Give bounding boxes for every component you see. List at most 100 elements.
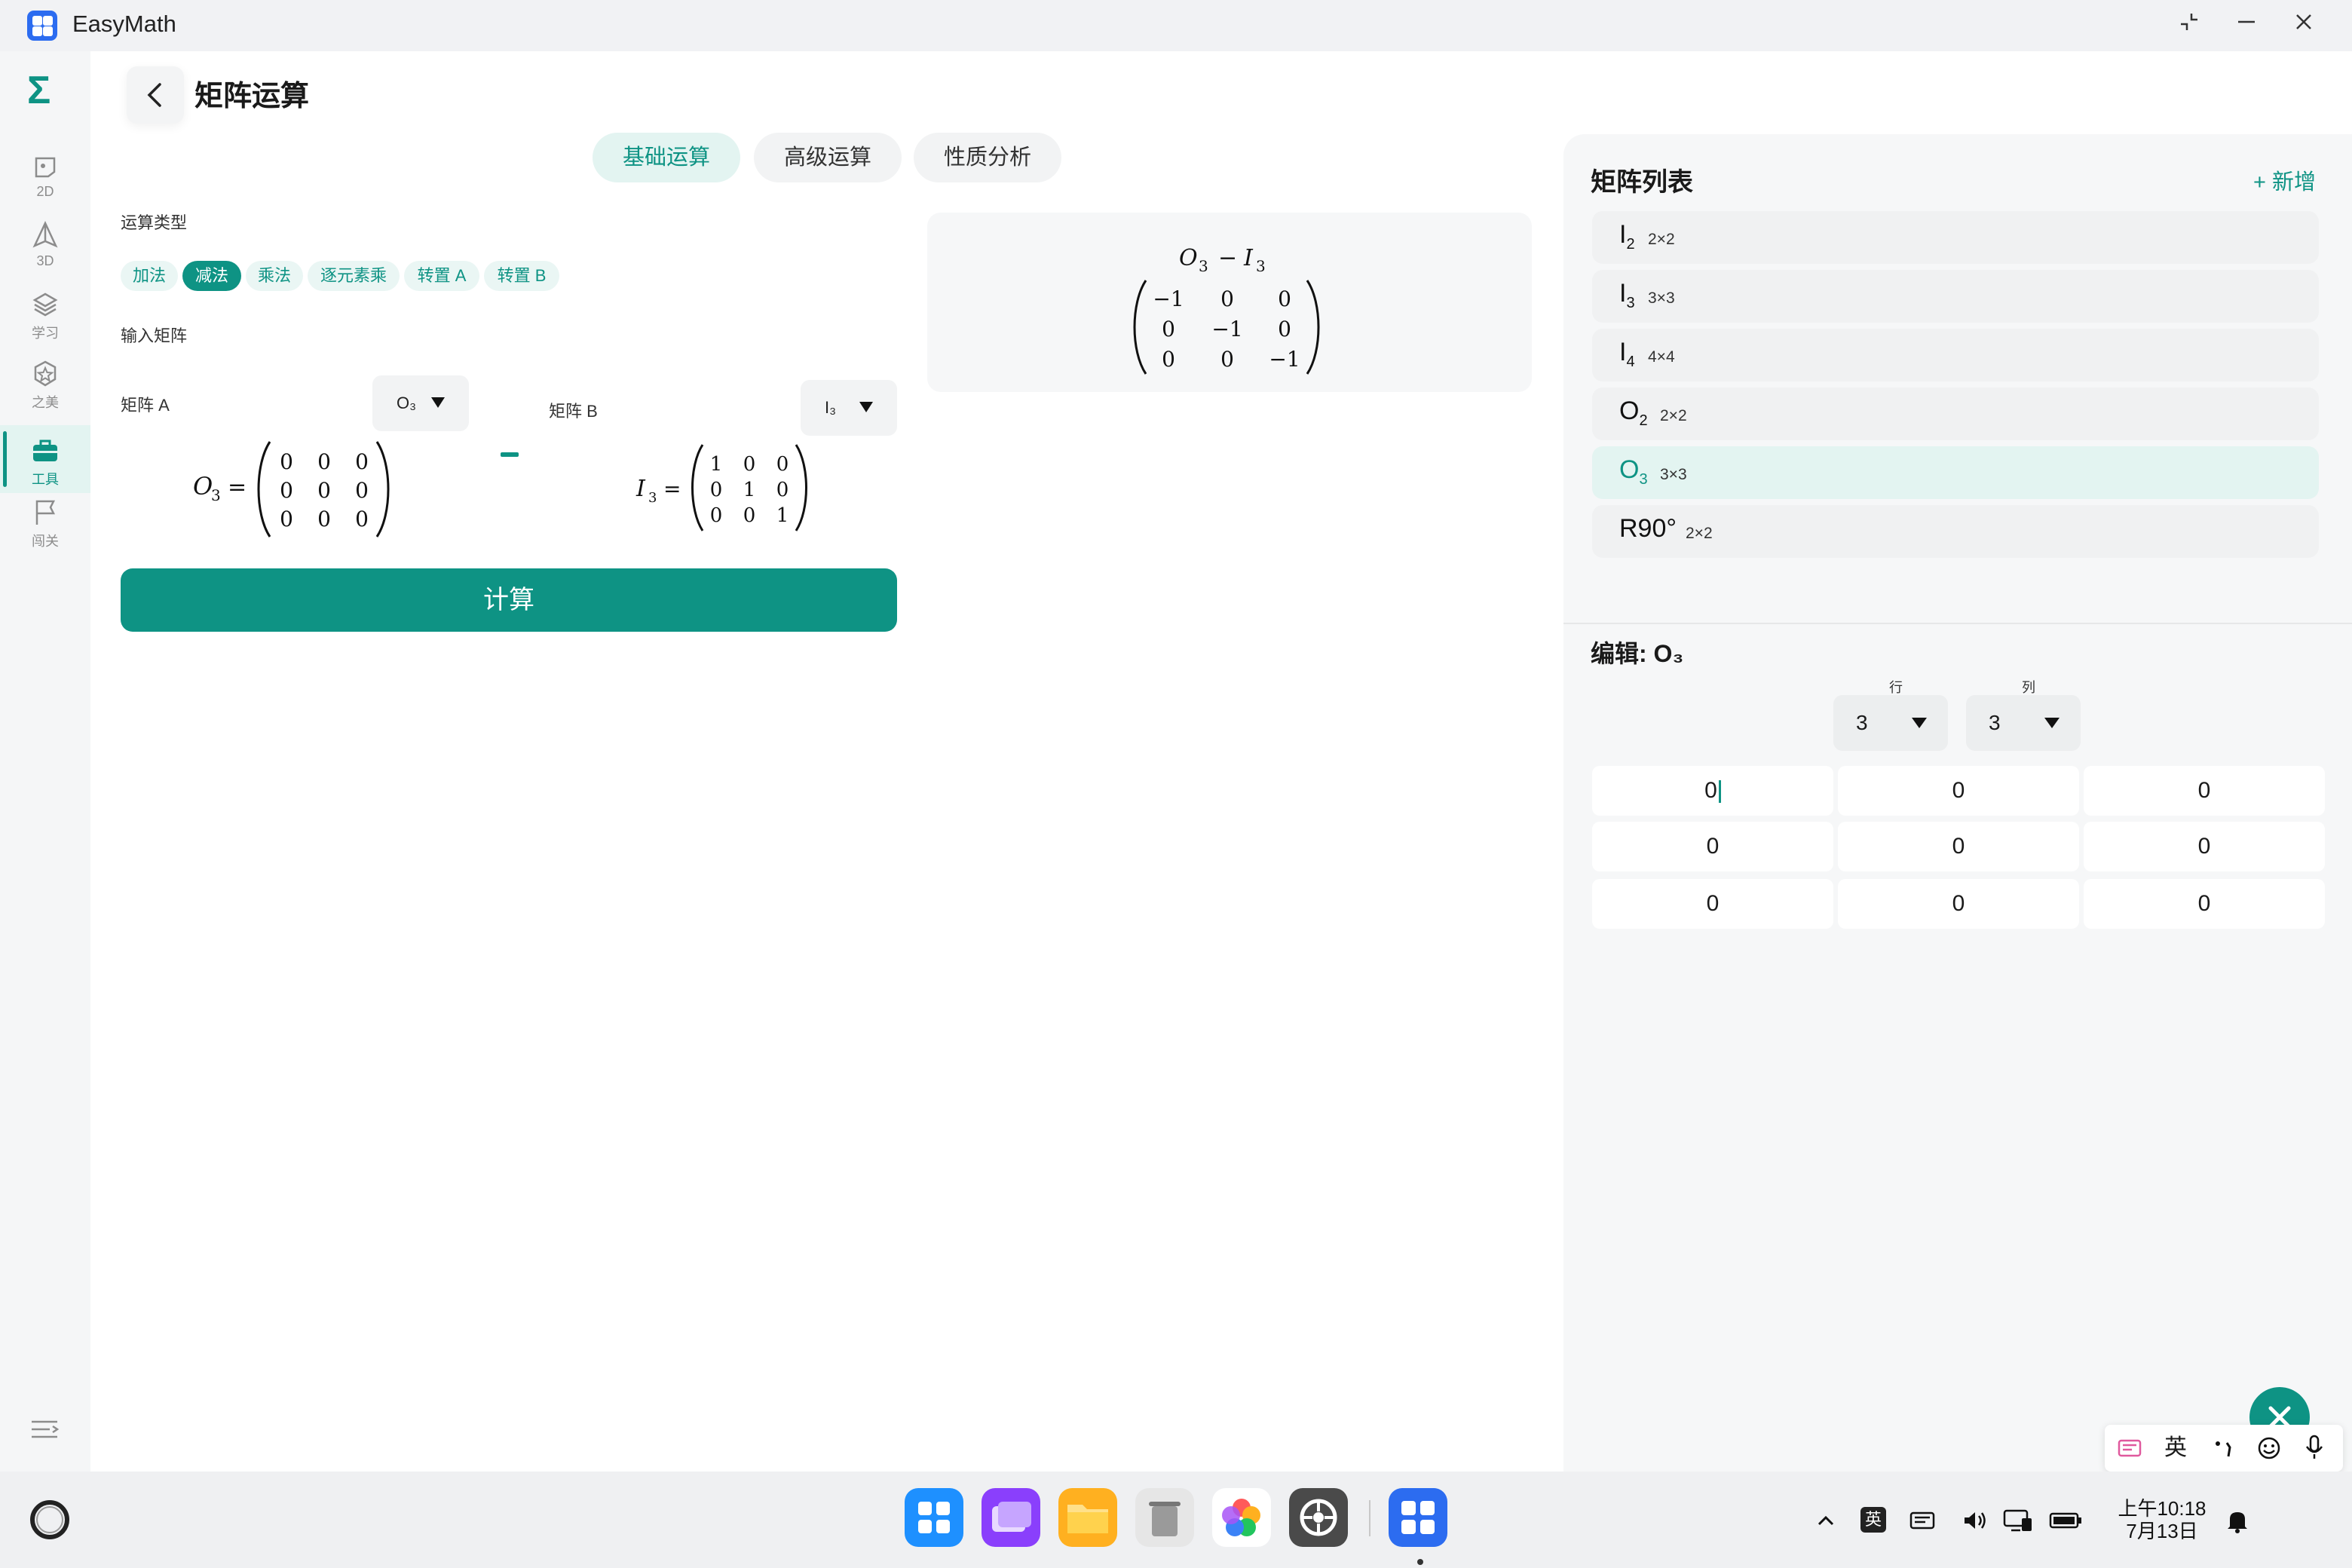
caret-down-icon [431,397,445,408]
settings-icon[interactable] [1289,1488,1348,1547]
sidebar-item-beauty[interactable]: 之美 [0,359,90,427]
tray-keyboard-icon[interactable] [1907,1505,1937,1535]
back-button[interactable] [127,66,184,124]
matrix-cell-input[interactable]: 0 [1592,879,1833,929]
files-icon[interactable] [1058,1488,1117,1547]
sidebar-item-3d[interactable]: 3D [0,220,90,288]
matrix-list-item[interactable]: O2 2×2 [1592,387,2319,440]
matrix-b-cell: 1 [743,479,756,501]
matrix-dims: 2×2 [1660,407,1687,424]
matrix-b-subscript: 3 [648,490,657,506]
volume-icon[interactable] [1960,1505,1990,1535]
op-subtract-chip[interactable]: 减法 [182,261,241,291]
tab-basic[interactable]: 基础运算 [593,133,740,182]
start-button[interactable] [27,1497,72,1542]
matrix-a-cell: 0 [355,449,369,474]
sigma-logo-icon: Σ [27,69,51,112]
result-panel: O 3 − I 3 −1 0 0 0 −1 0 0 0 −1 [927,213,1532,392]
result-cell: 0 [1278,317,1291,341]
matrix-a-select[interactable]: O₃ [372,375,469,431]
matrix-cell-input[interactable]: 0 [2084,822,2325,871]
close-icon[interactable] [2287,11,2320,41]
multitask-icon[interactable] [982,1488,1040,1547]
sidebar-item-2d[interactable]: 2D [0,151,90,219]
easymath-icon[interactable] [1389,1488,1447,1547]
rows-label-text: 行 [1889,680,1903,695]
calculate-button[interactable]: 计算 [121,568,897,632]
matrix-cell-input[interactable]: 0 [2084,879,2325,929]
tray-expand-icon[interactable] [1811,1505,1841,1535]
matrix-list-panel: 矩阵列表 + 新增 I2 2×2 I3 3×3 I4 4×4 O2 2×2 O3… [1563,134,2352,1472]
display-icon[interactable] [2002,1505,2032,1535]
tab-advanced[interactable]: 高级运算 [754,133,902,182]
op-add-chip[interactable]: 加法 [121,261,178,291]
matrix-list-item-selected[interactable]: O3 3×3 [1592,446,2319,499]
tab-properties[interactable]: 性质分析 [914,133,1061,182]
result-operator: − [1218,245,1237,271]
op-multiply-chip[interactable]: 乘法 [246,261,303,291]
matrix-name: O [1619,455,1640,484]
punct-icon[interactable] [2204,1425,2243,1472]
flag-icon [35,500,56,525]
operation-type-label: 运算类型 [121,213,188,232]
keyboard-icon[interactable] [2112,1425,2147,1472]
matrix-a-select-value: O₃ [397,394,417,412]
matrix-cell-input[interactable]: 0 [1838,822,2079,871]
rows-select[interactable]: 3 [1833,695,1948,751]
cols-label-text: 列 [2022,680,2035,695]
photos-icon[interactable] [1212,1488,1271,1547]
op-transpose-a-chip[interactable]: 转置 A [404,261,479,291]
clock-date: 7月13日 [2126,1520,2198,1542]
restore-icon[interactable] [2173,11,2206,41]
sidebar-item-tools[interactable]: 工具 [0,425,90,493]
add-matrix-button[interactable]: + 新增 [2253,164,2316,196]
trash-icon[interactable] [1135,1488,1194,1547]
clock[interactable]: 上午10:18 7月13日 [2117,1497,2207,1542]
matrix-dims: 2×2 [1648,231,1675,248]
input-matrix-label: 输入矩阵 [121,326,188,345]
op-transpose-b-chip[interactable]: 转置 B [484,261,559,291]
collapse-sidebar-icon[interactable] [27,1414,62,1444]
op-elementwise-chip[interactable]: 逐元素乘 [308,261,400,291]
mic-icon[interactable] [2295,1425,2334,1472]
matrix-list-item[interactable]: I2 2×2 [1592,211,2319,264]
2d-shape-icon [35,157,56,178]
matrix-cell-input[interactable]: 0 [1592,766,1833,816]
app-launcher-icon[interactable] [905,1488,963,1547]
matrix-cell-input[interactable]: 0 [2084,766,2325,816]
ime-language-toggle[interactable]: 英 [2153,1425,2198,1472]
panel-divider [1563,623,2352,624]
matrix-cell-input[interactable]: 0 [1592,822,1833,871]
cols-select[interactable]: 3 [1966,695,2081,751]
tray-language[interactable]: 英 [1860,1507,1886,1533]
sidebar-item-label: 闯关 [32,534,59,549]
matrix-b-name: I [635,476,646,502]
toolbox-icon [33,439,57,461]
notification-bell-icon[interactable] [2222,1505,2252,1535]
sidebar-item-label: 学习 [32,326,59,341]
matrix-list-item[interactable]: I3 3×3 [1592,270,2319,323]
matrix-b-cell: 1 [710,453,723,476]
matrix-list-item[interactable]: R90° 2×2 [1592,505,2319,558]
matrix-cell-input[interactable]: 0 [1838,879,2079,929]
taskbar: 英 上午10:18 7月13日 [0,1472,2352,1568]
edit-matrix-title: 编辑: O₃ [1591,640,1684,667]
sidebar-item-challenge[interactable]: 闯关 [0,498,90,565]
matrix-b-cell: 0 [776,479,789,501]
matrix-list-item[interactable]: I4 4×4 [1592,329,2319,381]
result-cell: 0 [1162,317,1175,341]
result-cell: 0 [1220,347,1234,372]
ime-toolbar: 英 [2105,1425,2343,1472]
matrix-b-cell: 0 [743,453,756,476]
sidebar-item-study[interactable]: 学习 [0,289,90,357]
matrix-subscript: 2 [1626,235,1635,253]
matrix-b-select[interactable]: I₃ [801,380,897,436]
matrix-name: O [1619,397,1640,425]
matrix-cell-input[interactable]: 0 [1838,766,2079,816]
matrix-a-label: 矩阵 A [121,396,170,415]
result-b-name: I [1243,245,1254,271]
emoji-icon[interactable] [2249,1425,2289,1472]
matrix-list-title: 矩阵列表 [1591,168,1693,197]
minimize-icon[interactable] [2230,11,2263,41]
battery-icon[interactable] [2049,1505,2081,1535]
